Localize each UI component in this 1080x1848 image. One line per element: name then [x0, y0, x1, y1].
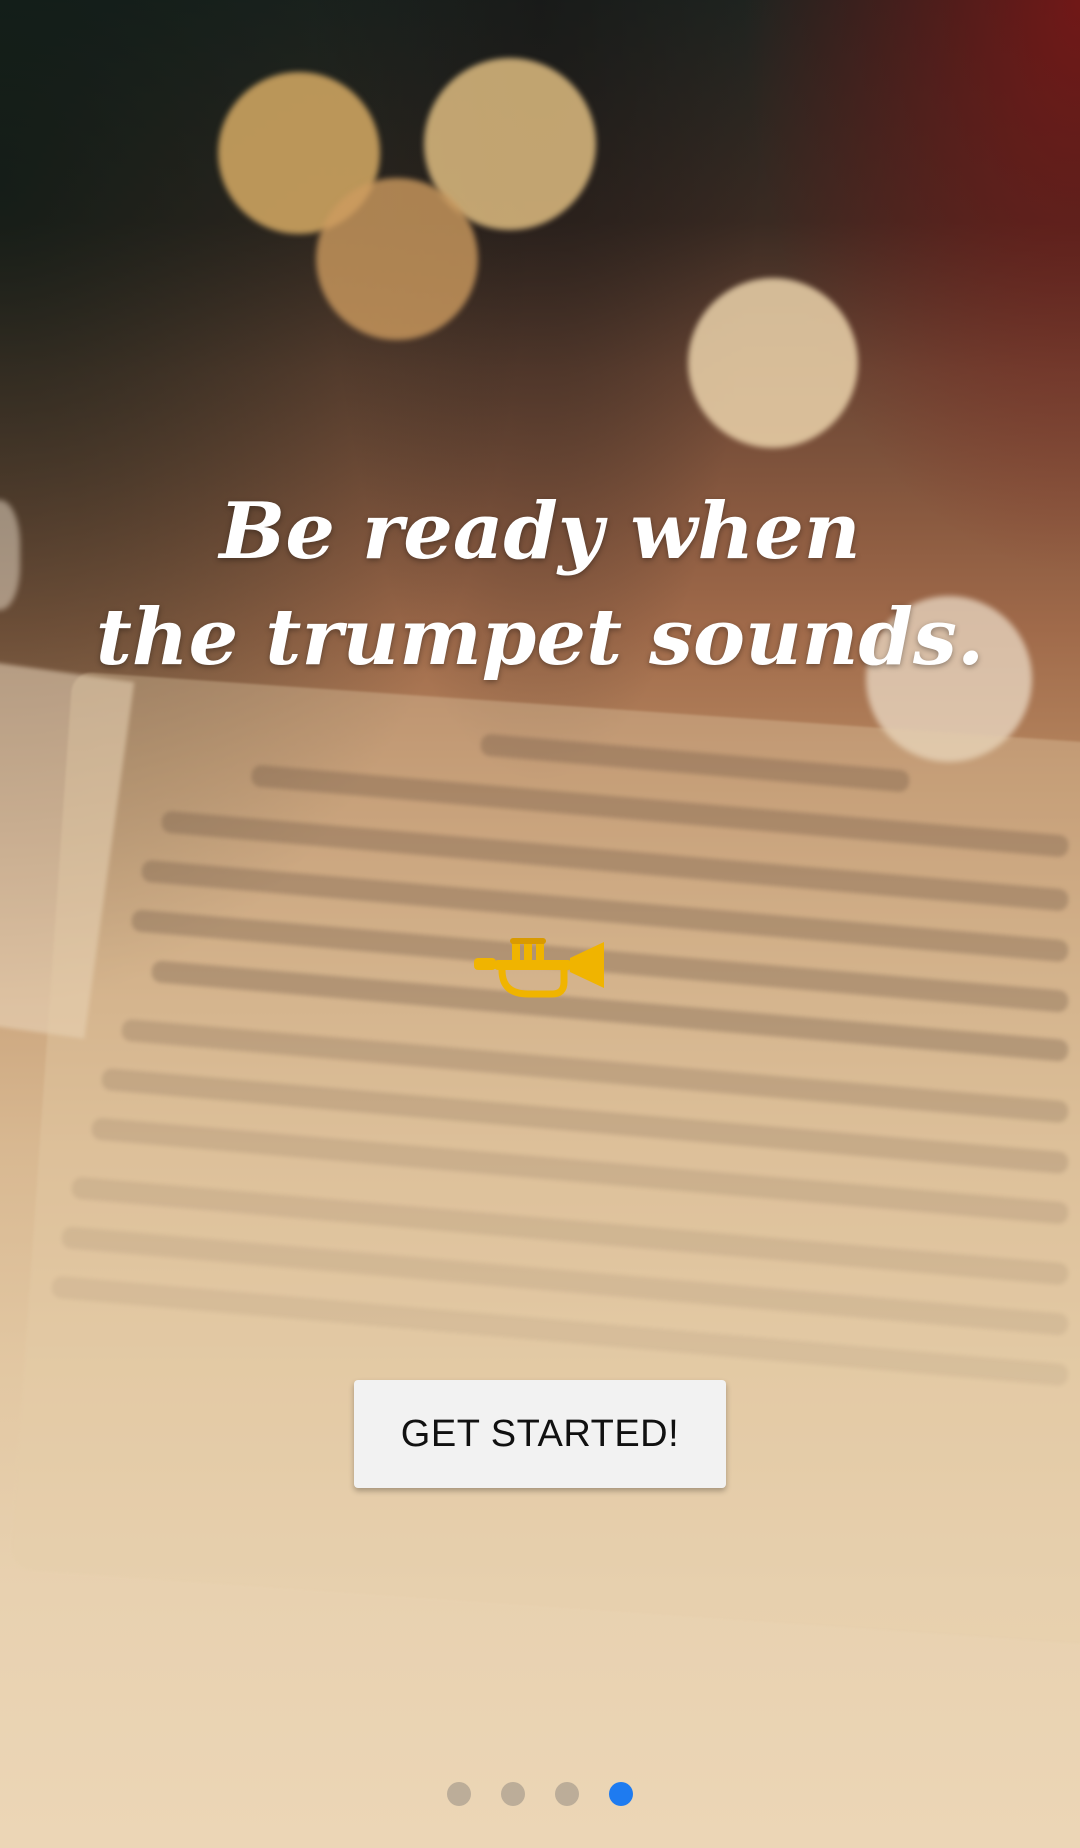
- page-dot-3[interactable]: [555, 1782, 579, 1806]
- page-dot-1[interactable]: [447, 1782, 471, 1806]
- trumpet-icon: [474, 938, 604, 998]
- page-dot-2[interactable]: [501, 1782, 525, 1806]
- get-started-button[interactable]: GET STARTED!: [354, 1380, 726, 1488]
- onboarding-screen: Be ready when the trumpet sounds. GET ST…: [0, 0, 1080, 1848]
- headline-line-2: the trumpet sounds.: [95, 592, 985, 683]
- bokeh-light: [316, 178, 478, 340]
- page-indicator: [0, 1782, 1080, 1808]
- headline-line-1: Be ready when: [219, 486, 861, 577]
- bokeh-light: [688, 278, 858, 448]
- page-dot-4-active[interactable]: [609, 1782, 633, 1806]
